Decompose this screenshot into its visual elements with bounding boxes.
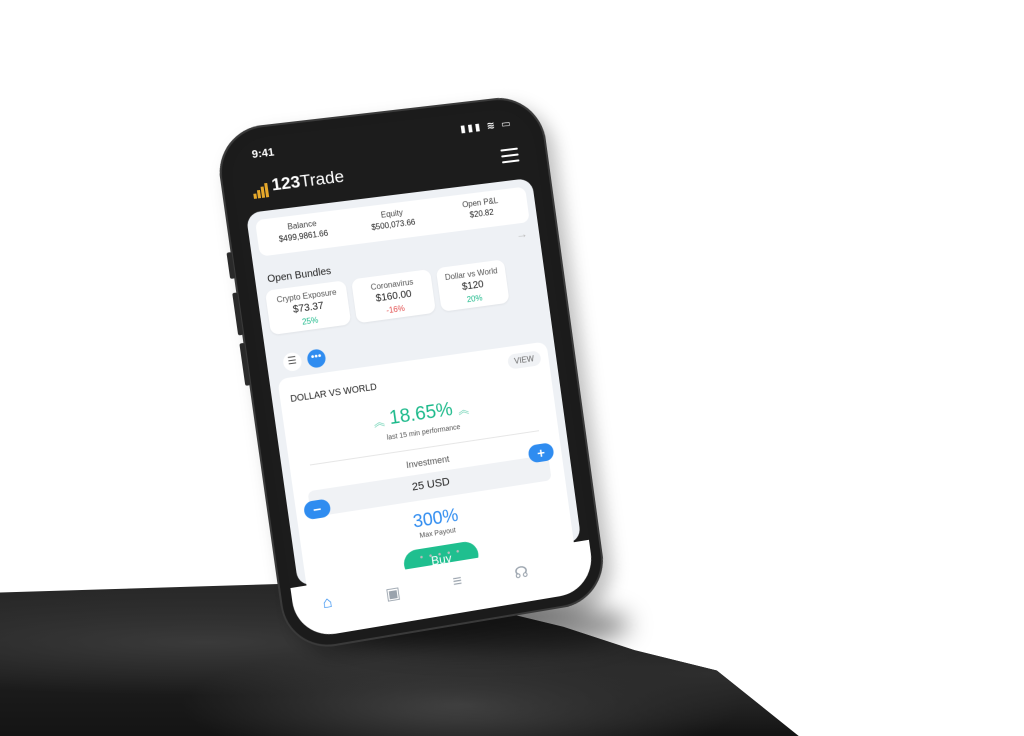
phone-side-button <box>232 292 244 336</box>
more-options-icon[interactable]: ••• <box>306 348 327 369</box>
arrow-right-icon[interactable]: → <box>515 226 528 241</box>
coins-icon[interactable]: ≡ <box>437 570 478 594</box>
decrease-button[interactable]: − <box>302 498 332 521</box>
phone-screen: 9:41 ▮▮▮ ≋ ▭ 123Trade Balance $499,9861.… <box>227 106 596 641</box>
bundle-card[interactable]: Crypto Exposure $73.37 25% <box>264 280 352 336</box>
chevrons-up-icon: ︽ <box>372 415 386 430</box>
view-button[interactable]: VIEW <box>506 350 542 370</box>
pl-cell: Open P&L $20.82 <box>436 193 526 224</box>
logo-text-bold: 123 <box>270 171 302 195</box>
equity-cell: Equity $500,073.66 <box>347 204 439 235</box>
home-icon[interactable]: ⌂ <box>306 591 348 615</box>
phone-side-button <box>239 342 251 386</box>
phone-side-button <box>226 252 236 279</box>
logo-text: Trade <box>298 166 346 192</box>
performance-number: 18.65% <box>388 399 455 430</box>
phone-device: 9:41 ▮▮▮ ≋ ▭ 123Trade Balance $499,9861.… <box>213 93 609 655</box>
bundle-card[interactable]: Dollar vs World $120 20% <box>435 259 510 312</box>
card-title: DOLLAR VS WORLD <box>289 381 378 404</box>
app-logo[interactable]: 123Trade <box>251 167 345 199</box>
chevrons-up-icon: ︽ <box>457 403 470 418</box>
list-view-icon[interactable]: ☰ <box>282 351 303 373</box>
logo-bars-icon <box>251 176 270 199</box>
increase-button[interactable]: + <box>527 442 555 464</box>
balance-cell: Balance $499,9861.66 <box>256 215 349 247</box>
status-icons: ▮▮▮ ≋ ▭ <box>459 118 514 136</box>
headset-icon[interactable]: ☊ <box>501 560 542 586</box>
main-content: Balance $499,9861.66 Equity $500,073.66 … <box>245 177 582 604</box>
status-time: 9:41 <box>251 146 276 162</box>
briefcase-icon[interactable]: ▣ <box>372 581 414 607</box>
hamburger-menu-icon[interactable] <box>500 147 520 164</box>
bundle-card[interactable]: Coronavirus $160.00 -16% <box>351 269 436 324</box>
